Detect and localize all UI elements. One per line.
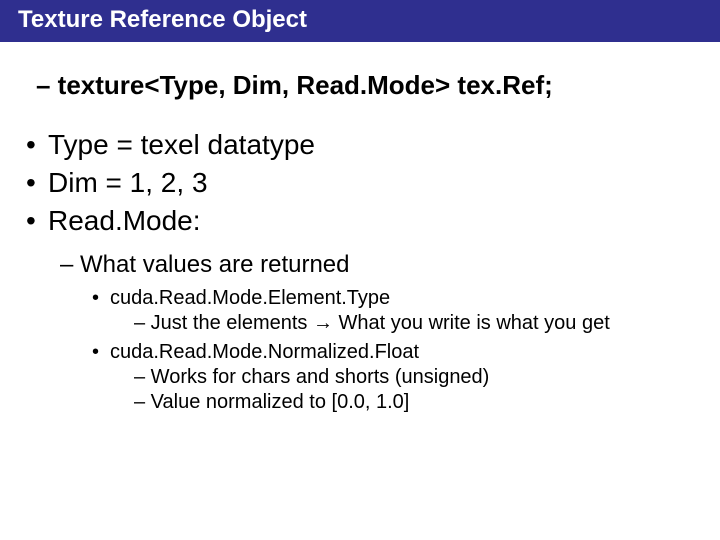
desc-post: What you write is what you get <box>333 312 610 334</box>
mode-normalized-float: cuda.Read.Mode.Normalized.Float <box>92 341 696 364</box>
readmode-desc: – What values are returned <box>60 251 696 279</box>
slide-title-bar: Texture Reference Object <box>0 0 720 42</box>
mode-element-type: cuda.Read.Mode.Element.Type <box>92 287 696 310</box>
bullet-dim: Dim = 1, 2, 3 <box>24 167 696 199</box>
mode-normalized-desc2: – Value normalized to [0.0, 1.0] <box>134 391 696 414</box>
arrow-icon: → <box>313 312 333 334</box>
mode-element-type-desc: – Just the elements → What you write is … <box>134 312 696 335</box>
bullet-readmode: Read.Mode: <box>24 205 696 237</box>
declaration-line: – texture<Type, Dim, Read.Mode> tex.Ref; <box>36 70 696 101</box>
slide-content: – texture<Type, Dim, Read.Mode> tex.Ref;… <box>0 42 720 414</box>
mode-normalized-desc1: – Works for chars and shorts (unsigned) <box>134 366 696 389</box>
bullet-type: Type = texel datatype <box>24 129 696 161</box>
slide-title: Texture Reference Object <box>18 6 307 33</box>
desc-pre: – Just the elements <box>134 312 313 334</box>
